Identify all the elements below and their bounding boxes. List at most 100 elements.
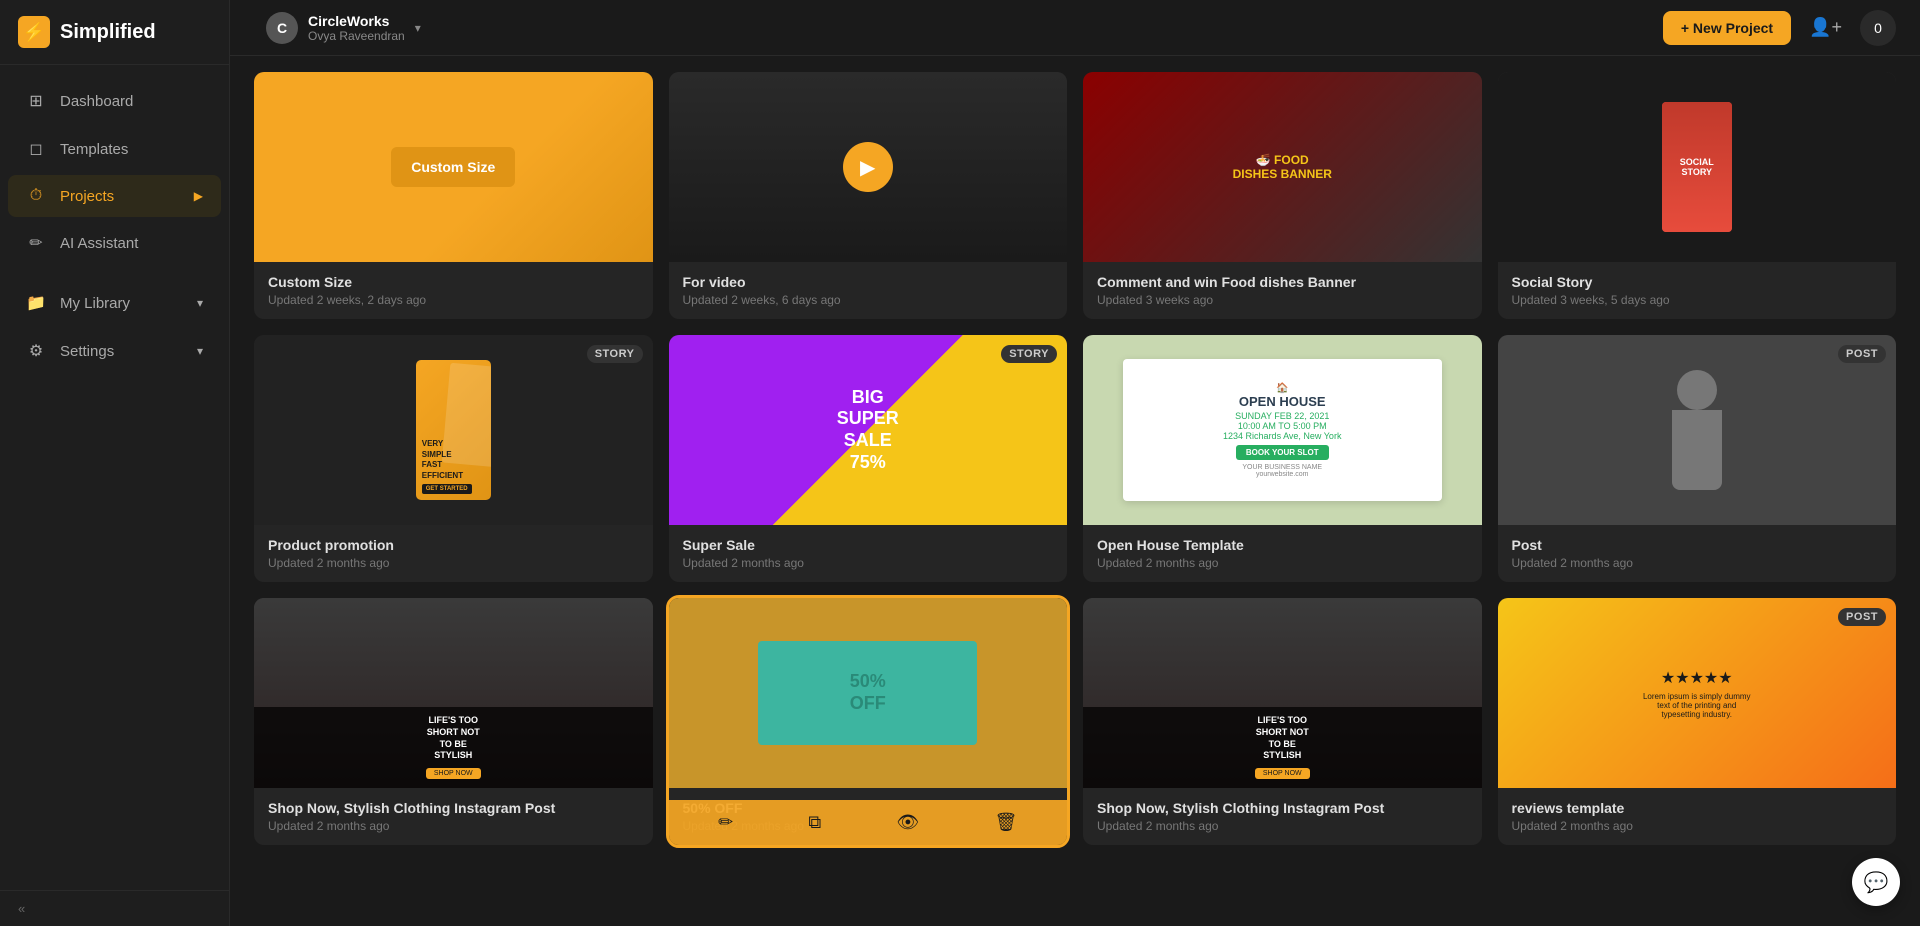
edit-icon[interactable]: ✏ [718, 549, 733, 570]
copy-icon[interactable]: ⧉ [1637, 549, 1650, 570]
settings-arrow-icon: ▾ [197, 344, 203, 358]
project-card-open-house[interactable]: POST 🏠 OPEN HOUSE SUNDAY FEB 22, 202110:… [1083, 335, 1482, 582]
delete-icon[interactable]: 🗑 [1824, 549, 1847, 570]
copy-icon[interactable]: ⧉ [1637, 286, 1650, 307]
project-card-for-video[interactable]: ▶ For video Updated 2 weeks, 6 days ago … [669, 72, 1068, 319]
delete-icon[interactable]: 🗑 [580, 286, 603, 307]
project-card-post[interactable]: POST Post Updated 2 months ago ✏ ⧉ � [1498, 335, 1897, 582]
project-card-food-banner[interactable]: 🍜 FOODDISHES BANNER Comment and win Food… [1083, 72, 1482, 319]
delete-icon[interactable]: 🗑 [580, 549, 603, 570]
delete-icon[interactable]: 🗑 [1409, 549, 1432, 570]
view-icon[interactable]: 👁 [1725, 286, 1748, 307]
view-icon[interactable]: 👁 [482, 549, 505, 570]
edit-icon[interactable]: ✏ [1133, 286, 1148, 307]
sidebar-item-settings[interactable]: ⚙ Settings ▾ [8, 329, 221, 373]
view-icon[interactable]: 👁 [1311, 549, 1334, 570]
delete-icon[interactable]: 🗑 [995, 549, 1018, 570]
project-card-shop-stylish-1[interactable]: POST LIFE'S TOOSHORT NOTTO BESTYLISH SHO… [254, 598, 653, 845]
sidebar-item-templates[interactable]: ◻ Templates [8, 127, 221, 171]
delete-icon[interactable]: 🗑 [1409, 812, 1432, 833]
card-thumbnail-food-banner: 🍜 FOODDISHES BANNER [1083, 72, 1482, 262]
card-badge-post-rv: POST [1838, 608, 1886, 626]
project-card-reviews-template[interactable]: POST ★★★★★ Lorem ipsum is simply dummyte… [1498, 598, 1897, 845]
view-icon[interactable]: 👁 [896, 549, 919, 570]
workspace-user: Ovya Raveendran [308, 29, 405, 43]
copy-icon[interactable]: ⧉ [1223, 812, 1236, 833]
copy-icon[interactable]: ⧉ [808, 549, 821, 570]
card-thumbnail-super-sale: STORY BIGSUPERSALE75% [669, 335, 1068, 525]
copy-icon[interactable]: ⧉ [394, 286, 407, 307]
sidebar-item-ai-assistant[interactable]: ✏ AI Assistant [8, 221, 221, 265]
library-icon: 📁 [26, 293, 46, 313]
card-thumbnail-for-video: ▶ [669, 72, 1068, 262]
settings-icon: ⚙ [26, 341, 46, 361]
copy-icon[interactable]: ⧉ [808, 812, 821, 833]
main-area: C CircleWorks Ovya Raveendran ▾ + New Pr… [230, 0, 1920, 926]
edit-icon[interactable]: ✏ [1547, 286, 1562, 307]
copy-icon[interactable]: ⧉ [1637, 812, 1650, 833]
view-icon[interactable]: 👁 [1311, 812, 1334, 833]
card-thumbnail-social-story: SOCIALSTORY [1498, 72, 1897, 262]
sidebar-item-my-library[interactable]: 📁 My Library ▾ [8, 281, 221, 325]
edit-icon[interactable]: ✏ [1547, 549, 1562, 570]
delete-icon[interactable]: 🗑 [580, 812, 603, 833]
delete-icon[interactable]: 🗑 [995, 812, 1018, 833]
edit-icon[interactable]: ✏ [1547, 812, 1562, 833]
delete-icon[interactable]: 🗑 [995, 286, 1018, 307]
new-project-button[interactable]: + New Project [1663, 11, 1791, 45]
view-icon[interactable]: 👁 [482, 812, 505, 833]
copy-icon[interactable]: ⧉ [1223, 549, 1236, 570]
delete-icon[interactable]: 🗑 [1409, 286, 1432, 307]
card-thumbnail-post: POST [1498, 335, 1897, 525]
card-badge-story-sale: STORY [1001, 345, 1057, 363]
edit-icon[interactable]: ✏ [718, 812, 733, 833]
ai-icon: ✏ [26, 233, 46, 253]
project-card-50off[interactable]: POST ✓ 50%OFF 50% OFF Updated 2 months a… [669, 598, 1068, 845]
edit-icon[interactable]: ✏ [304, 549, 319, 570]
card-badge-post: POST [1838, 345, 1886, 363]
project-card-social-story[interactable]: SOCIALSTORY Social Story Updated 3 weeks… [1498, 72, 1897, 319]
user-add-icon-button[interactable]: 👤+ [1803, 11, 1848, 44]
view-icon[interactable]: 👁 [896, 286, 919, 307]
copy-icon[interactable]: ⧉ [394, 812, 407, 833]
card-thumbnail-product-promotion: STORY VERYSIMPLEFASTEFFICIENT GET STARTE… [254, 335, 653, 525]
logo-area: ⚡ Simplified [0, 0, 229, 65]
copy-icon[interactable]: ⧉ [394, 549, 407, 570]
copy-icon[interactable]: ⧉ [808, 286, 821, 307]
collapse-icon: « [18, 901, 25, 916]
delete-icon[interactable]: 🗑 [1824, 812, 1847, 833]
project-card-super-sale[interactable]: STORY BIGSUPERSALE75% Super Sale Updated… [669, 335, 1068, 582]
card-thumbnail-shop-stylish-2: POST LIFE'S TOOSHORT NOTTO BESTYLISH SHO… [1083, 598, 1482, 788]
view-icon[interactable]: 👁 [1311, 286, 1334, 307]
sidebar-label-ai: AI Assistant [60, 235, 203, 252]
projects-icon: ⏱ [26, 187, 46, 205]
project-card-custom-size[interactable]: Custom Size Custom Size Updated 2 weeks,… [254, 72, 653, 319]
sidebar-label-library: My Library [60, 295, 183, 312]
delete-icon[interactable]: 🗑 [1824, 286, 1847, 307]
copy-icon[interactable]: ⧉ [1223, 286, 1236, 307]
logo-icon: ⚡ [18, 16, 50, 48]
view-icon[interactable]: 👁 [482, 286, 505, 307]
edit-icon[interactable]: ✏ [1133, 549, 1148, 570]
workspace-chevron-icon: ▾ [415, 21, 421, 35]
project-card-shop-stylish-2[interactable]: POST LIFE'S TOOSHORT NOTTO BESTYLISH SHO… [1083, 598, 1482, 845]
view-icon[interactable]: 👁 [1725, 812, 1748, 833]
sidebar-item-dashboard[interactable]: ⊞ Dashboard [8, 79, 221, 123]
edit-icon[interactable]: ✏ [1133, 812, 1148, 833]
project-card-product-promotion[interactable]: STORY VERYSIMPLEFASTEFFICIENT GET STARTE… [254, 335, 653, 582]
user-avatar-button[interactable]: 0 [1860, 10, 1896, 46]
edit-icon[interactable]: ✏ [304, 812, 319, 833]
view-icon[interactable]: 👁 [1725, 549, 1748, 570]
chat-button[interactable]: 💬 [1852, 858, 1900, 906]
templates-icon: ◻ [26, 139, 46, 159]
view-icon[interactable]: 👁 [896, 812, 919, 833]
chat-icon: 💬 [1864, 870, 1889, 895]
workspace-selector[interactable]: C CircleWorks Ovya Raveendran ▾ [254, 6, 433, 50]
edit-icon[interactable]: ✏ [718, 286, 733, 307]
edit-icon[interactable]: ✏ [304, 286, 319, 307]
content-area: Custom Size Custom Size Updated 2 weeks,… [230, 56, 1920, 926]
sidebar-item-projects[interactable]: ⏱ Projects ▶ [8, 175, 221, 217]
card-thumbnail-shop-stylish-1: POST LIFE'S TOOSHORT NOTTO BESTYLISH SHO… [254, 598, 653, 788]
collapse-sidebar-button[interactable]: « [0, 890, 229, 926]
projects-arrow-icon: ▶ [194, 189, 203, 203]
